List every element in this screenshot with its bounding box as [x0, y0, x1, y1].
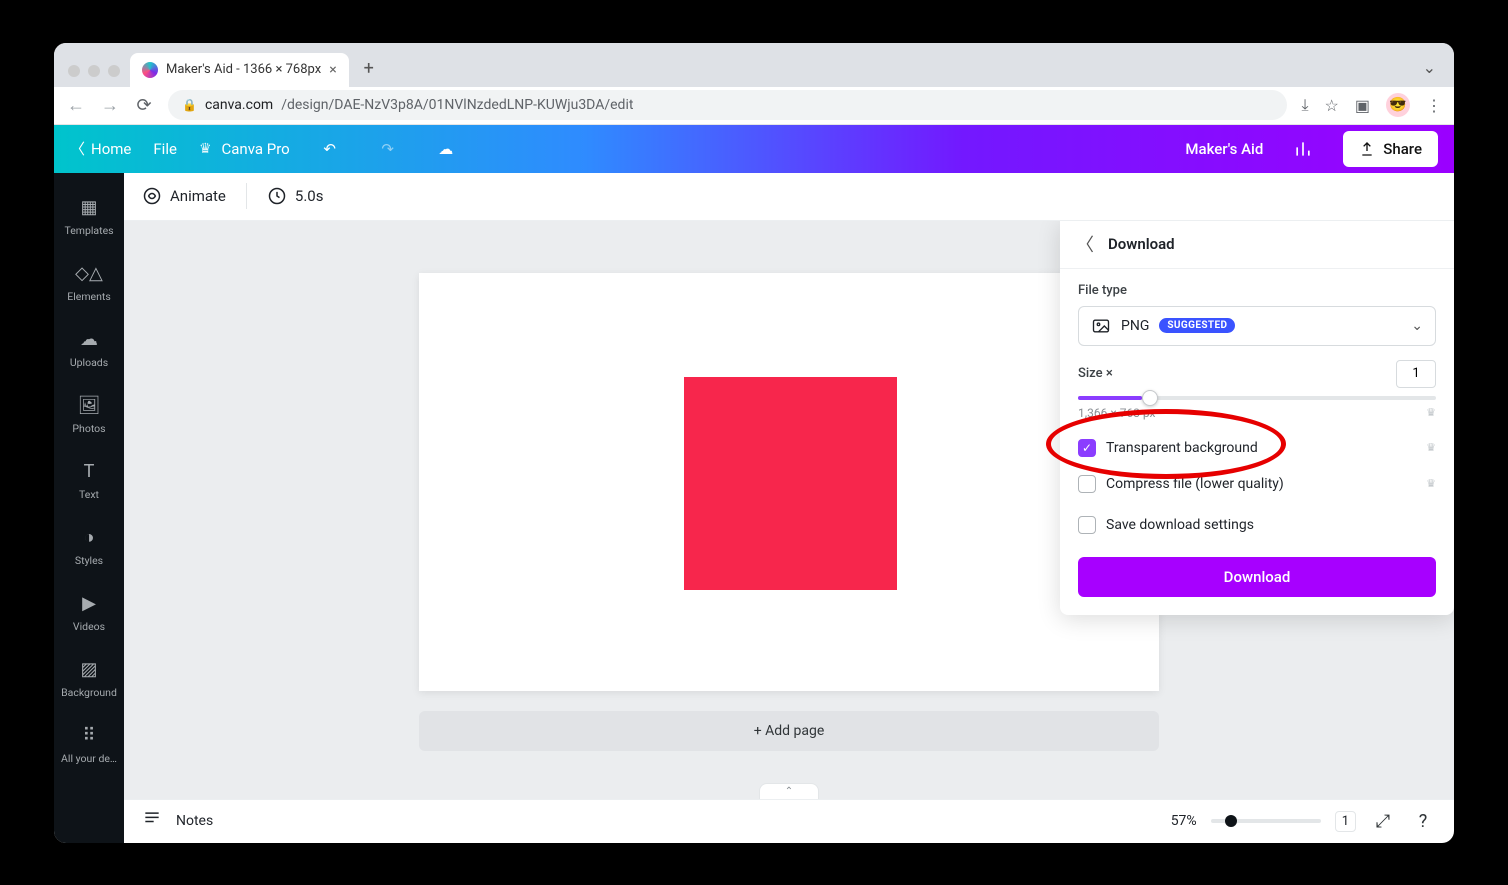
bookmark-icon[interactable]: ☆	[1325, 96, 1339, 115]
sidebar-item-videos[interactable]: ▶Videos	[54, 581, 124, 645]
zoom-slider[interactable]	[1211, 819, 1321, 823]
close-tab-icon[interactable]: ×	[329, 62, 336, 78]
forward-icon: →	[100, 95, 120, 116]
notes-icon[interactable]	[142, 809, 162, 833]
checkbox-checked-icon: ✓	[1078, 439, 1096, 457]
text-icon: T	[78, 460, 100, 482]
download-panel: 〈 Download File type PNG SUGGESTED ⌄ Siz…	[1060, 221, 1454, 615]
elements-icon: ◇△	[78, 262, 100, 284]
background-icon: ▨	[78, 658, 100, 680]
sidebar-item-uploads[interactable]: ☁Uploads	[54, 317, 124, 381]
notes-button[interactable]: Notes	[176, 813, 213, 829]
share-button[interactable]: Share	[1343, 131, 1438, 167]
red-square-shape[interactable]	[684, 377, 897, 590]
document-title[interactable]: Maker's Aid	[1185, 140, 1263, 158]
browser-tab[interactable]: Maker's Aid - 1366 × 768px ×	[130, 53, 349, 87]
cloud-sync-icon[interactable]: ☁︎	[428, 131, 464, 167]
file-menu[interactable]: File	[153, 140, 177, 158]
size-multiplier-input[interactable]	[1396, 360, 1436, 388]
bottom-bar: Notes 57% 1 ⤢ ?	[124, 799, 1454, 843]
duration-button[interactable]: 5.0s	[267, 186, 324, 206]
checkbox-icon	[1078, 516, 1096, 534]
tab-strip: Maker's Aid - 1366 × 768px × + ⌄	[54, 43, 1454, 87]
sidebar-item-templates[interactable]: ▦Templates	[54, 185, 124, 249]
styles-icon: ◑	[78, 526, 100, 548]
compress-file-checkbox[interactable]: Compress file (lower quality) ♛	[1078, 466, 1436, 502]
file-type-select[interactable]: PNG SUGGESTED ⌄	[1078, 306, 1436, 346]
apps-icon: ⠿	[78, 724, 100, 746]
reload-icon[interactable]: ⟳	[134, 95, 154, 116]
size-label: Size ×	[1078, 366, 1113, 381]
sidebar-item-photos[interactable]: 🖼Photos	[54, 383, 124, 447]
chevron-down-icon: ⌄	[1411, 318, 1423, 334]
design-page[interactable]	[419, 273, 1159, 691]
pro-crown-icon: ♛	[1426, 406, 1436, 419]
canva-pro-button[interactable]: Canva Pro	[199, 140, 290, 158]
image-icon	[1091, 316, 1111, 336]
profile-avatar[interactable]	[1386, 93, 1410, 117]
checkbox-icon	[1078, 475, 1096, 493]
help-icon[interactable]: ?	[1410, 811, 1436, 832]
back-icon[interactable]: 〈	[1076, 231, 1094, 257]
browser-window: Maker's Aid - 1366 × 768px × + ⌄ ← → ⟳ 🔒…	[54, 43, 1454, 843]
file-type-label: File type	[1078, 283, 1436, 298]
pro-crown-icon: ♛	[1426, 477, 1436, 490]
download-panel-header: 〈 Download	[1060, 221, 1454, 269]
main-column: Animate 5.0s + Add page ⌃ 〈 D	[124, 173, 1454, 843]
address-bar[interactable]: 🔒 canva.com/design/DAE-NzV3p8A/01NVlNzde…	[168, 90, 1287, 120]
size-slider[interactable]	[1078, 396, 1436, 400]
divider	[246, 183, 247, 209]
sidebar-item-styles[interactable]: ◑Styles	[54, 515, 124, 579]
context-toolbar: Animate 5.0s	[124, 173, 1454, 221]
redo-icon: ↷	[370, 131, 406, 167]
fullscreen-icon[interactable]: ⤢	[1370, 811, 1396, 832]
url-path: /design/DAE-NzV3p8A/01NVlNzdedLNP-KUWju3…	[281, 97, 633, 113]
suggested-badge: SUGGESTED	[1159, 318, 1235, 333]
pro-crown-icon: ♛	[1426, 441, 1436, 454]
home-button[interactable]: 〈Home	[70, 138, 131, 159]
insights-icon[interactable]	[1285, 131, 1321, 167]
sidebar-item-all-designs[interactable]: ⠿All your de…	[54, 713, 124, 777]
download-button[interactable]: Download	[1078, 557, 1436, 597]
sidebar-item-text[interactable]: TText	[54, 449, 124, 513]
canvas-area[interactable]: + Add page ⌃ 〈 Download File type PNG SU…	[124, 221, 1454, 799]
download-title: Download	[1108, 235, 1175, 253]
file-type-value: PNG	[1121, 318, 1149, 334]
install-app-icon[interactable]: ⤓	[1301, 95, 1308, 115]
output-dimensions: 1,366 × 768 px	[1078, 406, 1156, 420]
browser-menu-icon[interactable]: ⋮	[1426, 96, 1442, 115]
zoom-level[interactable]: 57%	[1171, 813, 1197, 829]
lock-icon: 🔒	[182, 98, 197, 112]
transparent-background-checkbox[interactable]: ✓ Transparent background ♛	[1078, 430, 1436, 466]
window-controls[interactable]	[62, 65, 130, 87]
app-body: ▦Templates ◇△Elements ☁Uploads 🖼Photos T…	[54, 173, 1454, 843]
photos-icon: 🖼	[78, 394, 100, 416]
url-domain: canva.com	[205, 97, 273, 113]
left-sidebar: ▦Templates ◇△Elements ☁Uploads 🖼Photos T…	[54, 173, 124, 843]
app-header: 〈Home File Canva Pro ↶ ↷ ☁︎ Maker's Aid …	[54, 125, 1454, 173]
save-settings-checkbox[interactable]: Save download settings	[1078, 502, 1436, 543]
page-drawer-handle[interactable]: ⌃	[759, 783, 819, 799]
chevron-left-icon: 〈	[70, 138, 85, 159]
animate-button[interactable]: Animate	[142, 186, 226, 206]
canva-favicon-icon	[142, 62, 158, 78]
sidebar-item-background[interactable]: ▨Background	[54, 647, 124, 711]
tabs-overflow-icon[interactable]: ⌄	[1423, 58, 1446, 87]
videos-icon: ▶	[78, 592, 100, 614]
add-page-button[interactable]: + Add page	[419, 711, 1159, 751]
uploads-icon: ☁	[78, 328, 100, 350]
side-panel-icon[interactable]: ▣	[1355, 96, 1370, 115]
tab-title: Maker's Aid - 1366 × 768px	[166, 62, 321, 77]
url-bar: ← → ⟳ 🔒 canva.com/design/DAE-NzV3p8A/01N…	[54, 87, 1454, 125]
back-icon[interactable]: ←	[66, 95, 86, 116]
page-indicator[interactable]: 1	[1335, 811, 1356, 832]
new-tab-button[interactable]: +	[355, 55, 383, 83]
undo-icon[interactable]: ↶	[312, 131, 348, 167]
templates-icon: ▦	[78, 196, 100, 218]
sidebar-item-elements[interactable]: ◇△Elements	[54, 251, 124, 315]
